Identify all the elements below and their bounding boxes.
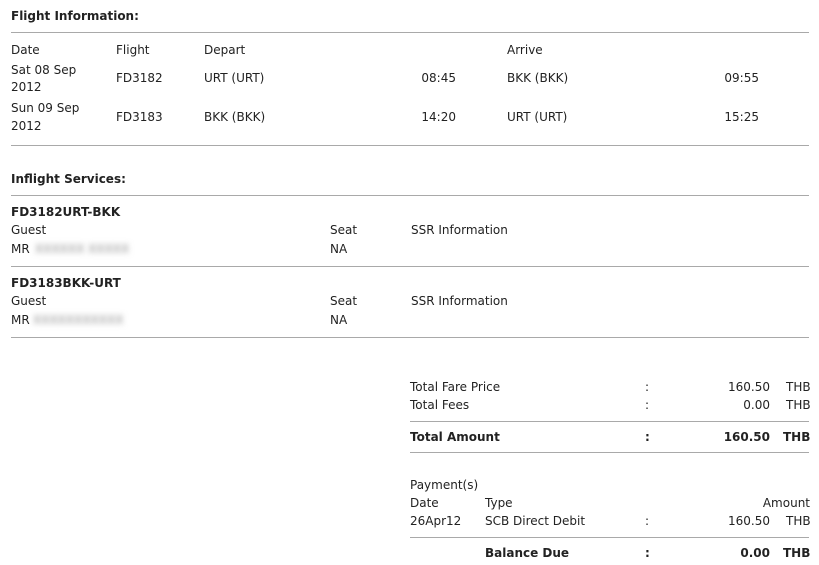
- arrive-time: 15:25: [724, 110, 759, 124]
- total-amount-label: Total Amount: [410, 430, 500, 444]
- colon: :: [645, 514, 650, 528]
- flight-date-line2: 2012: [11, 80, 42, 94]
- total-fare-value: 160.50: [728, 380, 770, 394]
- guest-name: XXXXXX XXXXX: [35, 242, 130, 256]
- divider: [11, 337, 809, 338]
- seat-label: Seat: [330, 294, 358, 308]
- divider: [11, 195, 809, 196]
- depart-time: 14:20: [421, 110, 456, 124]
- payment-amount: 160.50: [728, 514, 770, 528]
- flight-date-line1: Sat 08 Sep: [11, 63, 77, 77]
- flight-info-title: Flight Information:: [11, 9, 139, 23]
- header-flight: Flight: [116, 43, 150, 57]
- seat-value: NA: [330, 242, 348, 256]
- total-fees-label: Total Fees: [410, 398, 470, 412]
- ssr-label: SSR Information: [411, 223, 508, 237]
- payment-amount-header: Amount: [762, 496, 810, 510]
- colon: :: [645, 398, 650, 412]
- arrive-airport: URT (URT): [507, 110, 568, 124]
- guest-label: Guest: [11, 223, 47, 237]
- payments-title: Payment(s): [410, 478, 479, 492]
- payment-type-header: Type: [485, 496, 513, 510]
- total-fees-value: 0.00: [743, 398, 770, 412]
- arrive-time: 09:55: [724, 71, 759, 85]
- colon: :: [645, 380, 650, 394]
- inflight-title: Inflight Services:: [11, 172, 126, 186]
- depart-airport: URT (URT): [204, 71, 265, 85]
- seat-value: NA: [330, 313, 348, 327]
- guest-title: MR: [11, 313, 30, 327]
- flight-date-line1: Sun 09 Sep: [11, 101, 80, 115]
- colon: :: [645, 546, 650, 560]
- header-arrive: Arrive: [507, 43, 543, 57]
- colon: :: [645, 430, 650, 444]
- balance-due-label: Balance Due: [485, 546, 570, 560]
- header-date: Date: [11, 43, 40, 57]
- depart-airport: BKK (BKK): [204, 110, 266, 124]
- segment-code: FD3183BKK-URT: [11, 276, 121, 290]
- guest-title: MR: [11, 242, 30, 256]
- divider: [11, 32, 809, 33]
- currency: THB: [783, 546, 811, 560]
- flight-number: FD3183: [116, 110, 163, 124]
- divider: [410, 421, 809, 422]
- divider: [11, 266, 809, 267]
- flight-date-line2: 2012: [11, 119, 42, 133]
- divider: [11, 145, 809, 146]
- ssr-label: SSR Information: [411, 294, 508, 308]
- total-fare-label: Total Fare Price: [410, 380, 501, 394]
- payment-type: SCB Direct Debit: [485, 514, 586, 528]
- currency: THB: [786, 514, 811, 528]
- divider: [410, 452, 809, 453]
- currency: THB: [786, 380, 811, 394]
- seat-label: Seat: [330, 223, 358, 237]
- guest-name: XXXXXXXXXXX: [33, 313, 124, 327]
- guest-label: Guest: [11, 294, 47, 308]
- currency: THB: [786, 398, 811, 412]
- header-depart: Depart: [204, 43, 246, 57]
- total-amount-value: 160.50: [723, 430, 770, 444]
- arrive-airport: BKK (BKK): [507, 71, 569, 85]
- balance-due-value: 0.00: [740, 546, 770, 560]
- flight-number: FD3182: [116, 71, 163, 85]
- payment-date: 26Apr12: [410, 514, 462, 528]
- divider: [410, 537, 809, 538]
- currency: THB: [783, 430, 811, 444]
- depart-time: 08:45: [421, 71, 456, 85]
- segment-code: FD3182URT-BKK: [11, 205, 121, 219]
- payment-date-header: Date: [410, 496, 439, 510]
